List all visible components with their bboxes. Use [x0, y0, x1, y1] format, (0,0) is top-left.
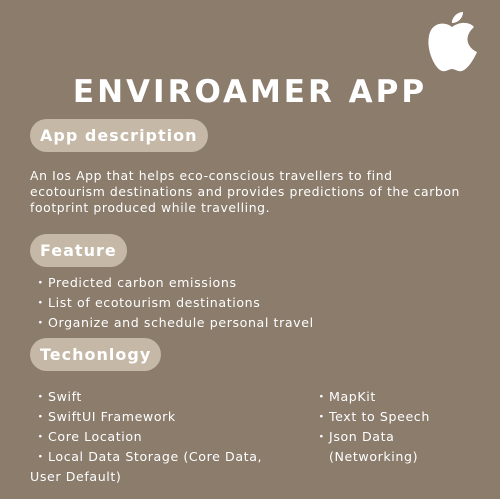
list-item: ・Text to Speech — [315, 407, 430, 427]
section-heading-technology: Techonlogy — [30, 338, 162, 371]
technology-item-label: SwiftUI Framework — [48, 409, 176, 424]
apple-logo-icon — [428, 12, 477, 72]
list-item-continuation: (Networking) — [315, 447, 430, 467]
app-description-text: An Ios App that helps eco-conscious trav… — [30, 168, 461, 215]
list-item: ・Swift — [34, 387, 262, 407]
bullet: ・ — [34, 315, 48, 330]
list-item-continuation: User Default) — [30, 467, 262, 487]
bullet: ・ — [34, 275, 48, 290]
section-heading-feature: Feature — [30, 234, 127, 267]
technology-item-label: Swift — [48, 389, 82, 404]
bullet: ・ — [34, 389, 48, 404]
list-item: ・Organize and schedule personal travel — [34, 313, 314, 333]
bullet: ・ — [34, 449, 48, 464]
feature-item-label: Organize and schedule personal travel — [48, 315, 314, 330]
bullet: ・ — [34, 429, 48, 444]
technology-item-label: Json Data — [329, 429, 395, 444]
technology-list-right: ・MapKit ・Text to Speech ・Json Data (Netw… — [315, 387, 430, 467]
list-item: ・Predicted carbon emissions — [34, 273, 314, 293]
list-item: ・MapKit — [315, 387, 430, 407]
technology-item-label: Local Data Storage (Core Data, — [48, 449, 263, 464]
bullet: ・ — [34, 295, 48, 310]
technology-item-continuation: User Default) — [30, 469, 122, 484]
list-item: ・List of ecotourism destinations — [34, 293, 314, 313]
bullet: ・ — [315, 409, 329, 424]
page-title: ENVIROAMER APP — [72, 74, 428, 110]
list-item: ・Local Data Storage (Core Data, — [34, 447, 262, 467]
feature-item-label: Predicted carbon emissions — [48, 275, 237, 290]
bullet: ・ — [315, 429, 329, 444]
list-item: ・Json Data — [315, 427, 430, 447]
technology-item-label: Core Location — [48, 429, 143, 444]
list-item: ・SwiftUI Framework — [34, 407, 262, 427]
technology-item-label: Text to Speech — [329, 409, 430, 424]
bullet: ・ — [34, 409, 48, 424]
bullet: ・ — [315, 389, 329, 404]
technology-item-label: MapKit — [329, 389, 376, 404]
feature-list: ・Predicted carbon emissions ・List of eco… — [34, 273, 314, 333]
feature-item-label: List of ecotourism destinations — [48, 295, 261, 310]
technology-list-left: ・Swift ・SwiftUI Framework ・Core Location… — [30, 387, 262, 487]
section-heading-description: App description — [30, 119, 208, 152]
list-item: ・Core Location — [34, 427, 262, 447]
technology-item-continuation: (Networking) — [329, 449, 419, 464]
